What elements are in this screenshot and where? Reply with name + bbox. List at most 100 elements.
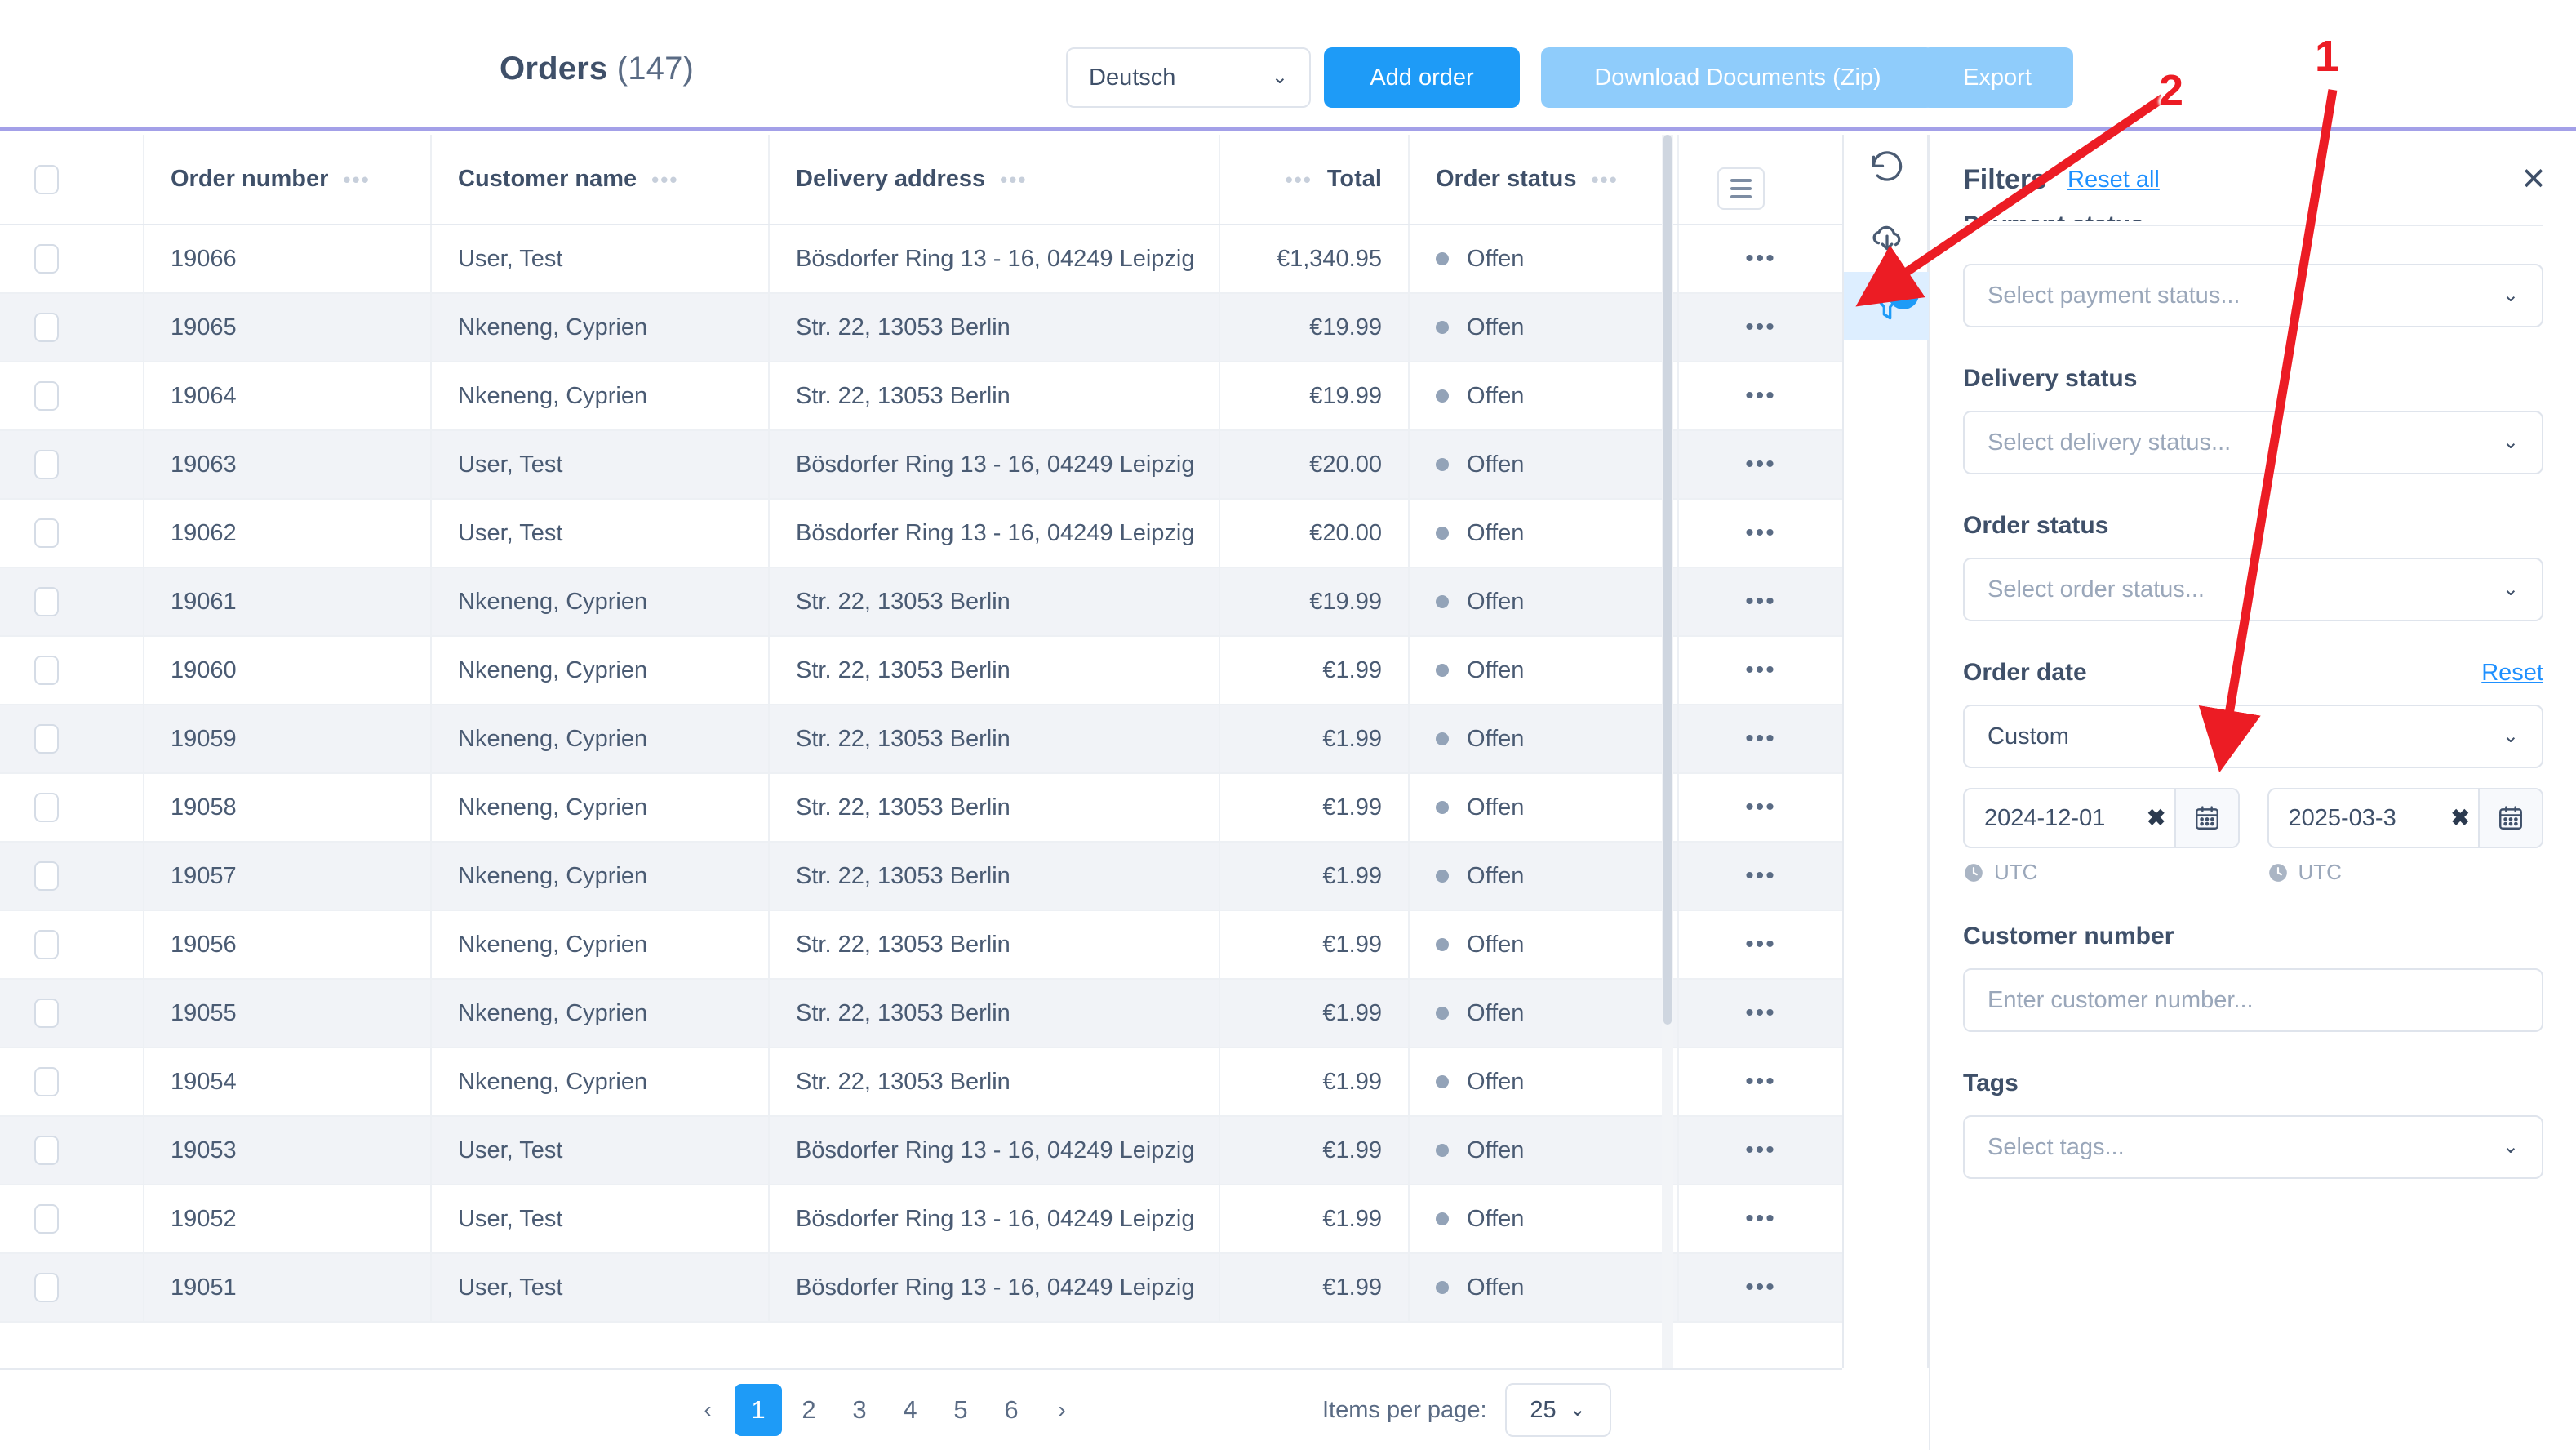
column-header-order-status[interactable]: Order status ••• [1409,135,1679,225]
row-actions-cell[interactable]: ••• [1678,430,1842,500]
pagination-page-2[interactable]: 2 [785,1384,833,1436]
scrollbar-thumb[interactable] [1663,135,1672,1025]
ellipsis-icon[interactable]: ••• [1745,725,1776,752]
pagination-page-5[interactable]: 5 [937,1384,984,1436]
table-row[interactable]: 19064 Nkeneng, Cyprien Str. 22, 13053 Berl… [0,362,1842,431]
table-row[interactable]: 19061 Nkeneng, Cyprien Str. 22, 13053 Berl… [0,567,1842,637]
ellipsis-icon[interactable]: ••• [1745,862,1776,889]
table-row[interactable]: 19063 User, Test Bösdorfer Ring 13 - 16, 0… [0,430,1842,500]
order-date-preset-select[interactable]: Custom ⌄ [1963,705,2543,768]
download-button[interactable] [1844,203,1930,272]
table-row[interactable]: 19057 Nkeneng, Cyprien Str. 22, 13053 Berl… [0,842,1842,911]
table-row[interactable]: 19056 Nkeneng, Cyprien Str. 22, 13053 Berl… [0,910,1842,980]
row-actions-cell[interactable]: ••• [1678,773,1842,843]
row-actions-cell[interactable]: ••• [1678,1047,1842,1117]
row-actions-cell[interactable]: ••• [1678,1116,1842,1185]
ellipsis-icon[interactable]: ••• [1745,588,1776,615]
row-actions-cell[interactable]: ••• [1678,293,1842,362]
row-actions-cell[interactable]: ••• [1678,1253,1842,1323]
delivery-status-select[interactable]: Select delivery status... ⌄ [1963,411,2543,474]
pagination-page-3[interactable]: 3 [836,1384,883,1436]
column-settings-button[interactable] [1717,167,1765,210]
table-row[interactable]: 19051 User, Test Bösdorfer Ring 13 - 16, 0… [0,1253,1842,1323]
row-actions-cell[interactable]: ••• [1678,225,1842,294]
order-date-to-calendar-button[interactable] [2478,789,2542,847]
row-checkbox[interactable] [34,1067,59,1096]
row-checkbox[interactable] [34,1273,59,1302]
row-actions-cell[interactable]: ••• [1678,499,1842,568]
row-checkbox[interactable] [34,1204,59,1234]
row-checkbox[interactable] [34,587,59,616]
row-checkbox[interactable] [34,999,59,1028]
download-documents-button[interactable]: Download Documents (Zip) [1541,47,1934,108]
row-actions-cell[interactable]: ••• [1678,910,1842,980]
tags-select[interactable]: Select tags... ⌄ [1963,1115,2543,1179]
row-actions-cell[interactable]: ••• [1678,842,1842,911]
row-actions-cell[interactable]: ••• [1678,362,1842,431]
table-row[interactable]: 19052 User, Test Bösdorfer Ring 13 - 16, 0… [0,1185,1842,1254]
row-checkbox[interactable] [34,518,59,548]
row-actions-cell[interactable]: ••• [1678,636,1842,705]
ellipsis-icon[interactable]: ••• [1745,931,1776,958]
row-checkbox[interactable] [34,861,59,891]
export-button[interactable]: Export [1921,47,2073,108]
order-date-to-input[interactable]: 2025-03-3 ✖ [2269,789,2479,847]
table-vertical-scrollbar[interactable] [1662,135,1673,1368]
ellipsis-icon[interactable]: ••• [1745,999,1776,1026]
table-row[interactable]: 19058 Nkeneng, Cyprien Str. 22, 13053 Berl… [0,773,1842,843]
table-row[interactable]: 19059 Nkeneng, Cyprien Str. 22, 13053 Berl… [0,705,1842,774]
ellipsis-icon[interactable]: ••• [1745,1205,1776,1232]
row-checkbox[interactable] [34,793,59,822]
pagination-page-6[interactable]: 6 [988,1384,1035,1436]
add-order-button[interactable]: Add order [1324,47,1520,108]
reset-all-link[interactable]: Reset all [2067,167,2160,193]
table-row[interactable]: 19060 Nkeneng, Cyprien Str. 22, 13053 Berl… [0,636,1842,705]
ellipsis-icon[interactable]: ••• [651,169,678,190]
row-checkbox[interactable] [34,656,59,685]
ellipsis-icon[interactable]: ••• [1745,1068,1776,1095]
pagination-page-4[interactable]: 4 [886,1384,934,1436]
order-status-select[interactable]: Select order status... ⌄ [1963,558,2543,621]
clear-x-icon[interactable]: ✖ [2147,807,2165,830]
table-row[interactable]: 19066 User, Test Bösdorfer Ring 13 - 16, 0… [0,225,1842,294]
refresh-button[interactable] [1844,135,1930,203]
clear-x-icon[interactable]: ✖ [2451,807,2470,830]
column-header-total[interactable]: ••• Total [1219,135,1410,225]
table-row[interactable]: 19062 User, Test Bösdorfer Ring 13 - 16, 0… [0,499,1842,568]
ellipsis-icon[interactable]: ••• [1000,169,1027,190]
ellipsis-icon[interactable]: ••• [1745,382,1776,409]
ellipsis-icon[interactable]: ••• [1745,1136,1776,1163]
row-checkbox[interactable] [34,930,59,959]
column-header-customer-name[interactable]: Customer name ••• [431,135,770,225]
ellipsis-icon[interactable]: ••• [1745,314,1776,340]
ellipsis-icon[interactable]: ••• [1286,169,1312,190]
ellipsis-icon[interactable]: ••• [1745,519,1776,546]
close-icon[interactable]: ✕ [2520,164,2547,195]
ellipsis-icon[interactable]: ••• [1745,1274,1776,1301]
customer-number-input[interactable]: Enter customer number... [1963,968,2543,1032]
row-checkbox[interactable] [34,1136,59,1165]
row-checkbox[interactable] [34,724,59,754]
row-checkbox[interactable] [34,450,59,479]
row-actions-cell[interactable]: ••• [1678,705,1842,774]
filter-button[interactable]: 1 [1844,272,1930,340]
ellipsis-icon[interactable]: ••• [1745,794,1776,821]
column-header-order-number[interactable]: Order number ••• [144,135,432,225]
row-actions-cell[interactable]: ••• [1678,567,1842,637]
table-row[interactable]: 19055 Nkeneng, Cyprien Str. 22, 13053 Berl… [0,979,1842,1048]
table-row[interactable]: 19054 Nkeneng, Cyprien Str. 22, 13053 Berl… [0,1047,1842,1117]
order-date-from-calendar-button[interactable] [2174,789,2238,847]
ellipsis-icon[interactable]: ••• [343,169,370,190]
language-select[interactable]: Deutsch ⌄ [1066,47,1311,108]
pagination-prev-button[interactable]: ‹ [684,1384,731,1436]
pagination-next-button[interactable]: › [1038,1384,1086,1436]
order-date-from-input[interactable]: 2024-12-01 ✖ [1965,789,2174,847]
order-date-reset-link[interactable]: Reset [2481,660,2543,687]
ellipsis-icon[interactable]: ••• [1745,245,1776,272]
ellipsis-icon[interactable]: ••• [1745,451,1776,478]
table-row[interactable]: 19065 Nkeneng, Cyprien Str. 22, 13053 Berl… [0,293,1842,362]
pagination-page-1[interactable]: 1 [735,1384,782,1436]
table-row[interactable]: 19053 User, Test Bösdorfer Ring 13 - 16, 0… [0,1116,1842,1185]
row-checkbox[interactable] [34,244,59,274]
select-all-checkbox[interactable] [34,164,59,194]
